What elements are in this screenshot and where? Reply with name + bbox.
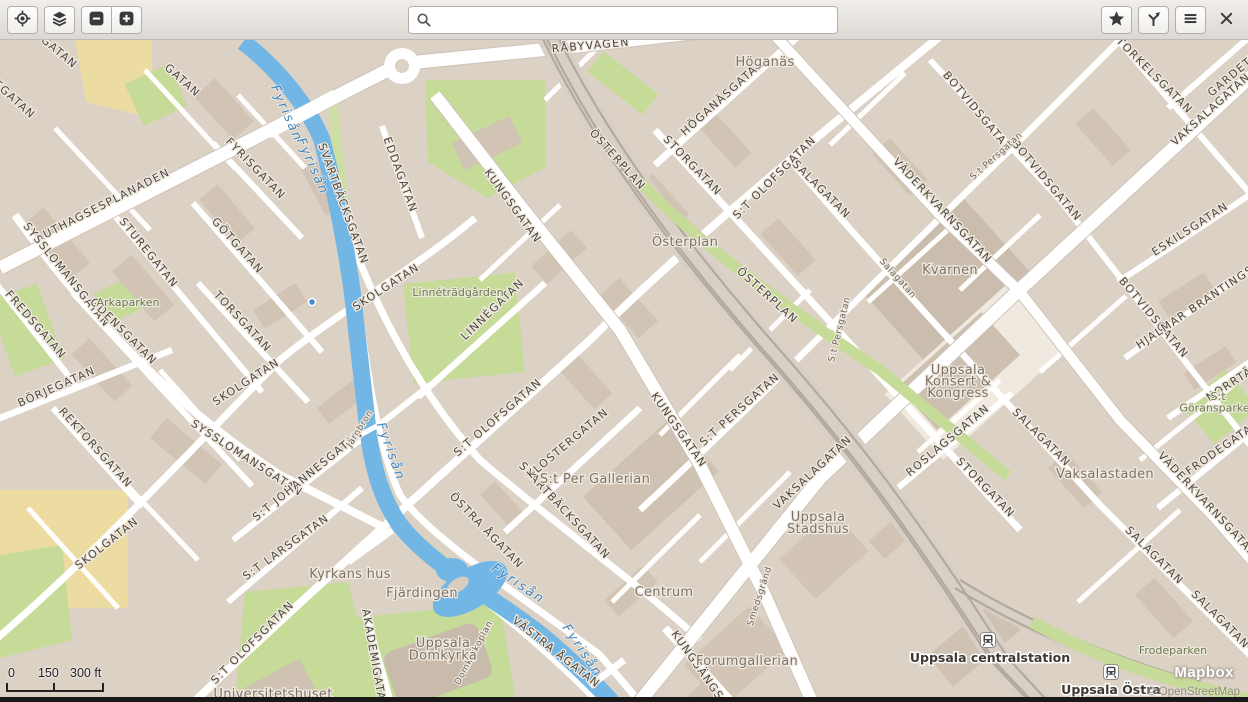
poi-dot	[309, 299, 316, 306]
place-label: Forumgallerian	[696, 654, 798, 669]
zoom-controls	[81, 6, 142, 34]
park-label: Linnéträdgården	[412, 286, 503, 299]
place-label: UppsalaStadshus	[787, 510, 849, 537]
place-label: Vaksalastaden	[1056, 467, 1154, 482]
map-viewport[interactable]: LUTHAGSESPLANADENGATANGATANEGATANBÖRJEGA…	[0, 40, 1248, 702]
zoom-out-button[interactable]	[81, 6, 112, 34]
scale-line	[6, 683, 104, 692]
layers-icon	[51, 10, 68, 30]
station-label: Uppsala Östra	[1061, 682, 1161, 697]
favorites-star-icon	[1108, 10, 1125, 30]
scale-tick: 150	[38, 666, 59, 680]
mapbox-logo: Mapbox	[1174, 664, 1234, 681]
header-actions-group	[1101, 6, 1206, 34]
station-label: Uppsala centralstation	[910, 650, 1070, 665]
place-label: Centrum	[635, 585, 694, 600]
place-label: Österplan	[652, 233, 718, 250]
park-label: Frodeparken	[1139, 644, 1207, 657]
scale-bar: 0 150 300 ft	[6, 666, 116, 692]
window-close-button[interactable]	[1212, 6, 1240, 34]
route-button[interactable]	[1138, 6, 1169, 34]
menu-button[interactable]	[1175, 6, 1206, 34]
layers-button[interactable]	[44, 6, 75, 34]
zoom-in-button[interactable]	[111, 6, 142, 34]
place-label: UppsalaDomkyrka	[409, 636, 477, 664]
menu-icon	[1182, 10, 1199, 30]
headerbar	[0, 0, 1248, 40]
zoom-out-icon	[88, 10, 105, 30]
favorites-button[interactable]	[1101, 6, 1132, 34]
place-label: Höganäs	[735, 55, 794, 70]
scale-tick: 0	[8, 666, 15, 680]
place-label: Kvarnen	[922, 263, 978, 278]
map-controls-group	[7, 6, 142, 34]
goto-current-location-button[interactable]	[7, 6, 38, 34]
gnome-maps-window: LUTHAGSESPLANADENGATANGATANEGATANBÖRJEGA…	[0, 0, 1248, 702]
bottom-edge-strip	[0, 697, 1248, 702]
place-label: Kyrkans hus	[309, 567, 391, 582]
train-station-icon	[1104, 665, 1119, 680]
search-input[interactable]	[408, 6, 838, 34]
park-label: Arkaparken	[97, 296, 160, 309]
place-label: S:t Per Gallerian	[540, 472, 650, 487]
locate-icon	[14, 10, 31, 30]
search-field-wrap	[408, 6, 838, 34]
close-icon	[1219, 11, 1234, 29]
scale-tick: 300 ft	[70, 666, 101, 680]
zoom-in-icon	[118, 10, 135, 30]
place-label: Fjärdingen	[386, 586, 458, 601]
place-label: UppsalaKonsert &Kongress	[925, 363, 991, 401]
train-station-icon	[981, 633, 996, 648]
map-canvas[interactable]: LUTHAGSESPLANADENGATANGATANEGATANBÖRJEGA…	[0, 40, 1248, 702]
roundabout	[384, 48, 420, 84]
route-icon	[1145, 10, 1162, 30]
